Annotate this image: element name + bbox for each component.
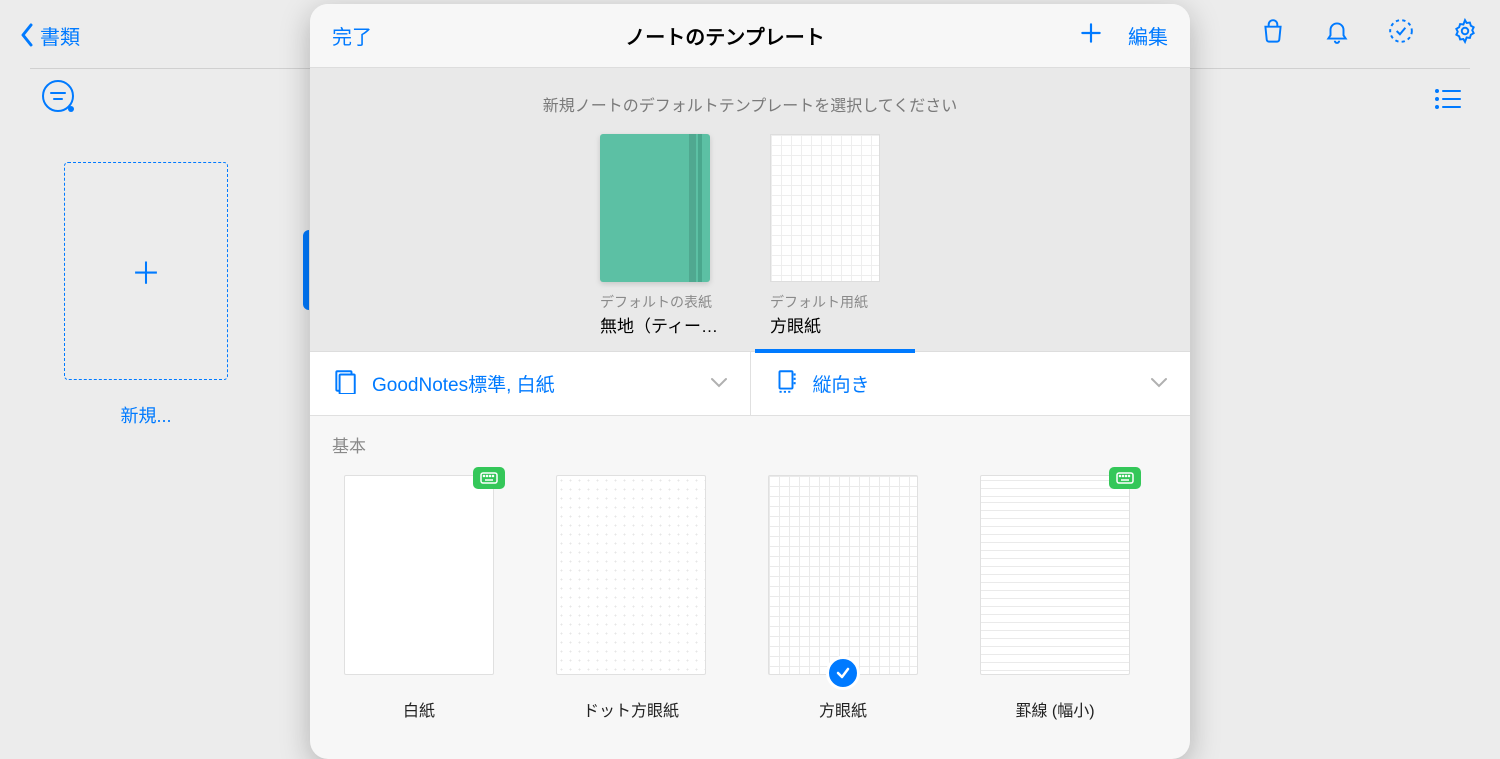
- back-label: 書類: [40, 21, 80, 50]
- filter-row: GoodNotes標準, 白紙 縦向き: [310, 352, 1190, 416]
- template-label: 方眼紙: [768, 697, 918, 721]
- list-view-icon[interactable]: [1434, 88, 1462, 115]
- template-thumb-grid: [768, 475, 918, 675]
- default-cover-item[interactable]: デフォルトの表紙 無地（ティー…: [600, 134, 730, 351]
- filter-source-dropdown[interactable]: GoodNotes標準, 白紙: [310, 352, 751, 415]
- template-ruled-narrow[interactable]: 罫線 (幅小): [980, 475, 1130, 721]
- instruction-text: 新規ノートのデフォルトテンプレートを選択してください: [310, 92, 1190, 116]
- new-item-label[interactable]: 新規...: [64, 402, 228, 428]
- template-grid[interactable]: 方眼紙: [768, 475, 918, 721]
- top-right-icons: [1260, 18, 1478, 49]
- chevron-down-icon: [1150, 375, 1168, 393]
- filter-orientation-dropdown[interactable]: 縦向き: [751, 352, 1191, 415]
- template-modal: 完了 ノートのテンプレート 編集 新規ノートのデフォルトテンプレートを選択してく…: [310, 4, 1190, 759]
- template-source-icon: [332, 368, 358, 399]
- gear-icon[interactable]: [1452, 18, 1478, 49]
- template-thumb-ruled: [980, 475, 1130, 675]
- orientation-icon: [773, 368, 799, 399]
- back-button[interactable]: 書類: [20, 21, 80, 50]
- shop-icon[interactable]: [1260, 18, 1286, 49]
- filter-source-label: GoodNotes標準, 白紙: [372, 370, 696, 397]
- bell-icon[interactable]: [1324, 18, 1350, 49]
- cover-thumbnail: [600, 134, 710, 282]
- template-dotgrid[interactable]: ドット方眼紙: [556, 475, 706, 721]
- check-badge-icon: [826, 656, 860, 690]
- new-item-box[interactable]: ＋: [64, 162, 228, 380]
- plus-icon: ＋: [131, 249, 161, 293]
- edit-button[interactable]: 編集: [1128, 21, 1168, 50]
- chevron-left-icon: [20, 23, 34, 47]
- filter-icon: [42, 80, 74, 112]
- default-paper-item[interactable]: デフォルト用紙 方眼紙: [770, 134, 900, 351]
- default-cover-sublabel: デフォルトの表紙: [600, 292, 730, 312]
- template-label: 罫線 (幅小): [980, 697, 1130, 721]
- modal-title: ノートのテンプレート: [625, 21, 824, 50]
- check-dashed-icon[interactable]: [1388, 18, 1414, 49]
- done-button[interactable]: 完了: [332, 21, 372, 50]
- template-thumb-dotgrid: [556, 475, 706, 675]
- paper-thumbnail: [770, 134, 880, 282]
- modal-header: 完了 ノートのテンプレート 編集: [310, 4, 1190, 67]
- default-cover-label: 無地（ティー…: [600, 312, 730, 337]
- new-item: ＋ 新規...: [64, 162, 228, 428]
- selection-indicator: [303, 230, 309, 310]
- keyboard-badge-icon: [1109, 467, 1141, 489]
- default-paper-sublabel: デフォルト用紙: [770, 292, 900, 312]
- defaults-section: 新規ノートのデフォルトテンプレートを選択してください デフォルトの表紙 無地（テ…: [310, 67, 1190, 352]
- filter-toggle[interactable]: [42, 80, 74, 112]
- filter-orientation-label: 縦向き: [813, 370, 1137, 397]
- template-thumb-blank: [344, 475, 494, 675]
- template-blank[interactable]: 白紙: [344, 475, 494, 721]
- keyboard-badge-icon: [473, 467, 505, 489]
- category-label: 基本: [310, 416, 1190, 465]
- default-paper-label: 方眼紙: [770, 312, 900, 337]
- template-label: 白紙: [344, 697, 494, 721]
- add-button[interactable]: [1078, 20, 1104, 51]
- template-label: ドット方眼紙: [556, 697, 706, 721]
- templates-grid: 白紙 ドット方眼紙 方眼紙 罫線 (幅小): [310, 465, 1190, 741]
- chevron-down-icon: [710, 375, 728, 393]
